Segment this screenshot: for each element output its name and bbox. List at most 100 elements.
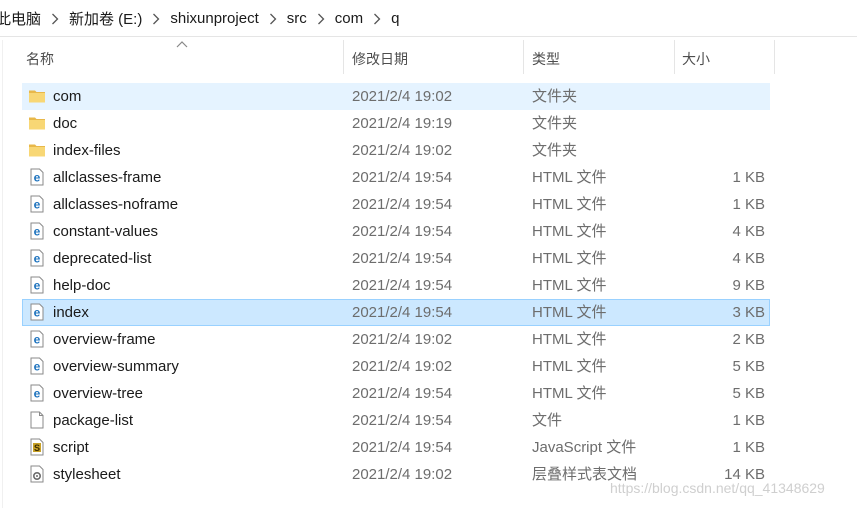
html-file-icon: e — [28, 195, 46, 213]
file-type: HTML 文件 — [532, 277, 607, 294]
file-type: HTML 文件 — [532, 304, 607, 321]
file-size — [672, 110, 765, 137]
file-size: 1 KB — [732, 412, 765, 429]
chevron-right-icon[interactable] — [259, 11, 287, 26]
column-header: 名称 修改日期 类型 大小 — [0, 40, 857, 76]
chevron-right-icon[interactable] — [41, 11, 69, 26]
file-row[interactable]: package-list 2021/2/4 19:54 文件 1 KB — [22, 407, 770, 434]
svg-text:e: e — [34, 333, 41, 347]
file-size: 5 KB — [732, 385, 765, 402]
file-date-modified: 2021/2/4 19:54 — [352, 304, 453, 321]
file-size: 4 KB — [732, 250, 765, 267]
breadcrumb-q[interactable]: q — [391, 10, 399, 27]
breadcrumb-com[interactable]: com — [335, 10, 363, 27]
folder-icon — [28, 141, 46, 159]
file-name: doc — [53, 115, 78, 132]
file-date-modified: 2021/2/4 19:02 — [352, 331, 453, 348]
file-type: HTML 文件 — [532, 223, 607, 240]
file-type: JavaScript 文件 — [532, 439, 637, 456]
file-row[interactable]: e allclasses-frame 2021/2/4 19:54 HTML 文件 1 … — [22, 164, 770, 191]
file-date-modified: 2021/2/4 19:19 — [352, 115, 453, 132]
file-date-modified: 2021/2/4 19:02 — [352, 466, 453, 483]
file-name: deprecated-list — [53, 250, 152, 267]
watermark: https://blog.csdn.net/qq_41348629 — [610, 480, 825, 496]
svg-text:e: e — [34, 360, 41, 374]
column-header-date[interactable]: 修改日期 — [346, 40, 524, 74]
folder-icon — [28, 114, 46, 132]
file-type: HTML 文件 — [532, 385, 607, 402]
file-row[interactable]: e constant-values 2021/2/4 19:54 HTML 文件 4 K… — [22, 218, 770, 245]
file-name: overview-summary — [53, 358, 179, 375]
file-size — [672, 137, 765, 164]
file-date-modified: 2021/2/4 19:02 — [352, 142, 453, 159]
file-name: overview-tree — [53, 385, 144, 402]
file-name: stylesheet — [53, 466, 121, 483]
file-row[interactable]: e overview-frame 2021/2/4 19:02 HTML 文件 2 KB — [22, 326, 770, 353]
file-date-modified: 2021/2/4 19:54 — [352, 169, 453, 186]
column-header-type[interactable]: 类型 — [526, 40, 675, 74]
breadcrumb-this-pc[interactable]: 此电脑 — [0, 8, 41, 29]
file-date-modified: 2021/2/4 19:54 — [352, 223, 453, 240]
svg-text:e: e — [34, 252, 41, 266]
chevron-right-icon[interactable] — [363, 11, 391, 26]
file-row[interactable]: e deprecated-list 2021/2/4 19:54 HTML 文件 4 K… — [22, 245, 770, 272]
chevron-right-icon[interactable] — [307, 11, 335, 26]
file-row[interactable]: Sscript 2021/2/4 19:54 JavaScript 文件 1 KB — [22, 434, 770, 461]
file-type: HTML 文件 — [532, 169, 607, 186]
svg-text:S: S — [34, 443, 40, 453]
column-header-size[interactable]: 大小 — [676, 40, 775, 74]
file-name: index-files — [53, 142, 121, 159]
css-file-icon — [28, 465, 46, 483]
breadcrumb-project[interactable]: shixunproject — [170, 10, 258, 27]
file-date-modified: 2021/2/4 19:54 — [352, 250, 453, 267]
script-file-icon: S — [28, 438, 46, 456]
file-row[interactable]: com 2021/2/4 19:02 文件夹 — [22, 83, 770, 110]
file-name: allclasses-noframe — [53, 196, 179, 213]
file-name: help-doc — [53, 277, 111, 294]
file-row[interactable]: e overview-tree 2021/2/4 19:54 HTML 文件 5 KB — [22, 380, 770, 407]
breadcrumb-drive[interactable]: 新加卷 (E:) — [69, 8, 142, 29]
file-explorer-window: 此电脑 新加卷 (E:) shixunproject src com q 名称 … — [0, 0, 857, 508]
file-type: 文件 — [532, 412, 563, 429]
file-row[interactable]: e overview-summary 2021/2/4 19:02 HTML 文件 5 … — [22, 353, 770, 380]
file-size: 3 KB — [732, 304, 765, 321]
file-type: HTML 文件 — [532, 250, 607, 267]
file-size: 1 KB — [732, 169, 765, 186]
file-size — [672, 83, 765, 110]
column-header-name[interactable]: 名称 — [20, 40, 344, 74]
file-type: HTML 文件 — [532, 196, 607, 213]
file-name: constant-values — [53, 223, 159, 240]
html-file-icon: e — [28, 222, 46, 240]
folder-icon — [28, 87, 46, 105]
file-row[interactable]: e help-doc 2021/2/4 19:54 HTML 文件 9 KB — [22, 272, 770, 299]
file-size: 5 KB — [732, 358, 765, 375]
svg-text:e: e — [34, 387, 41, 401]
breadcrumb-src[interactable]: src — [287, 10, 307, 27]
file-name: package-list — [53, 412, 134, 429]
file-date-modified: 2021/2/4 19:54 — [352, 385, 453, 402]
file-type: 文件夹 — [532, 142, 578, 159]
file-name: script — [53, 439, 89, 456]
html-file-icon: e — [28, 384, 46, 402]
svg-text:e: e — [34, 279, 41, 293]
file-size: 1 KB — [732, 196, 765, 213]
file-type: HTML 文件 — [532, 358, 607, 375]
file-date-modified: 2021/2/4 19:54 — [352, 277, 453, 294]
html-file-icon: e — [28, 249, 46, 267]
file-row[interactable]: e index 2021/2/4 19:54 HTML 文件 3 KB — [22, 299, 770, 326]
svg-text:e: e — [34, 225, 41, 239]
file-size: 2 KB — [732, 331, 765, 348]
file-row[interactable]: index-files 2021/2/4 19:02 文件夹 — [22, 137, 770, 164]
file-size: 9 KB — [732, 277, 765, 294]
address-bar[interactable]: 此电脑 新加卷 (E:) shixunproject src com q — [0, 0, 857, 37]
file-type: HTML 文件 — [532, 331, 607, 348]
file-date-modified: 2021/2/4 19:02 — [352, 358, 453, 375]
chevron-right-icon[interactable] — [142, 11, 170, 26]
file-date-modified: 2021/2/4 19:54 — [352, 439, 453, 456]
html-file-icon: e — [28, 168, 46, 186]
file-name: index — [53, 304, 89, 321]
file-date-modified: 2021/2/4 19:54 — [352, 196, 453, 213]
file-row[interactable]: doc 2021/2/4 19:19 文件夹 — [22, 110, 770, 137]
svg-text:e: e — [34, 198, 41, 212]
file-row[interactable]: e allclasses-noframe 2021/2/4 19:54 HTML 文件… — [22, 191, 770, 218]
